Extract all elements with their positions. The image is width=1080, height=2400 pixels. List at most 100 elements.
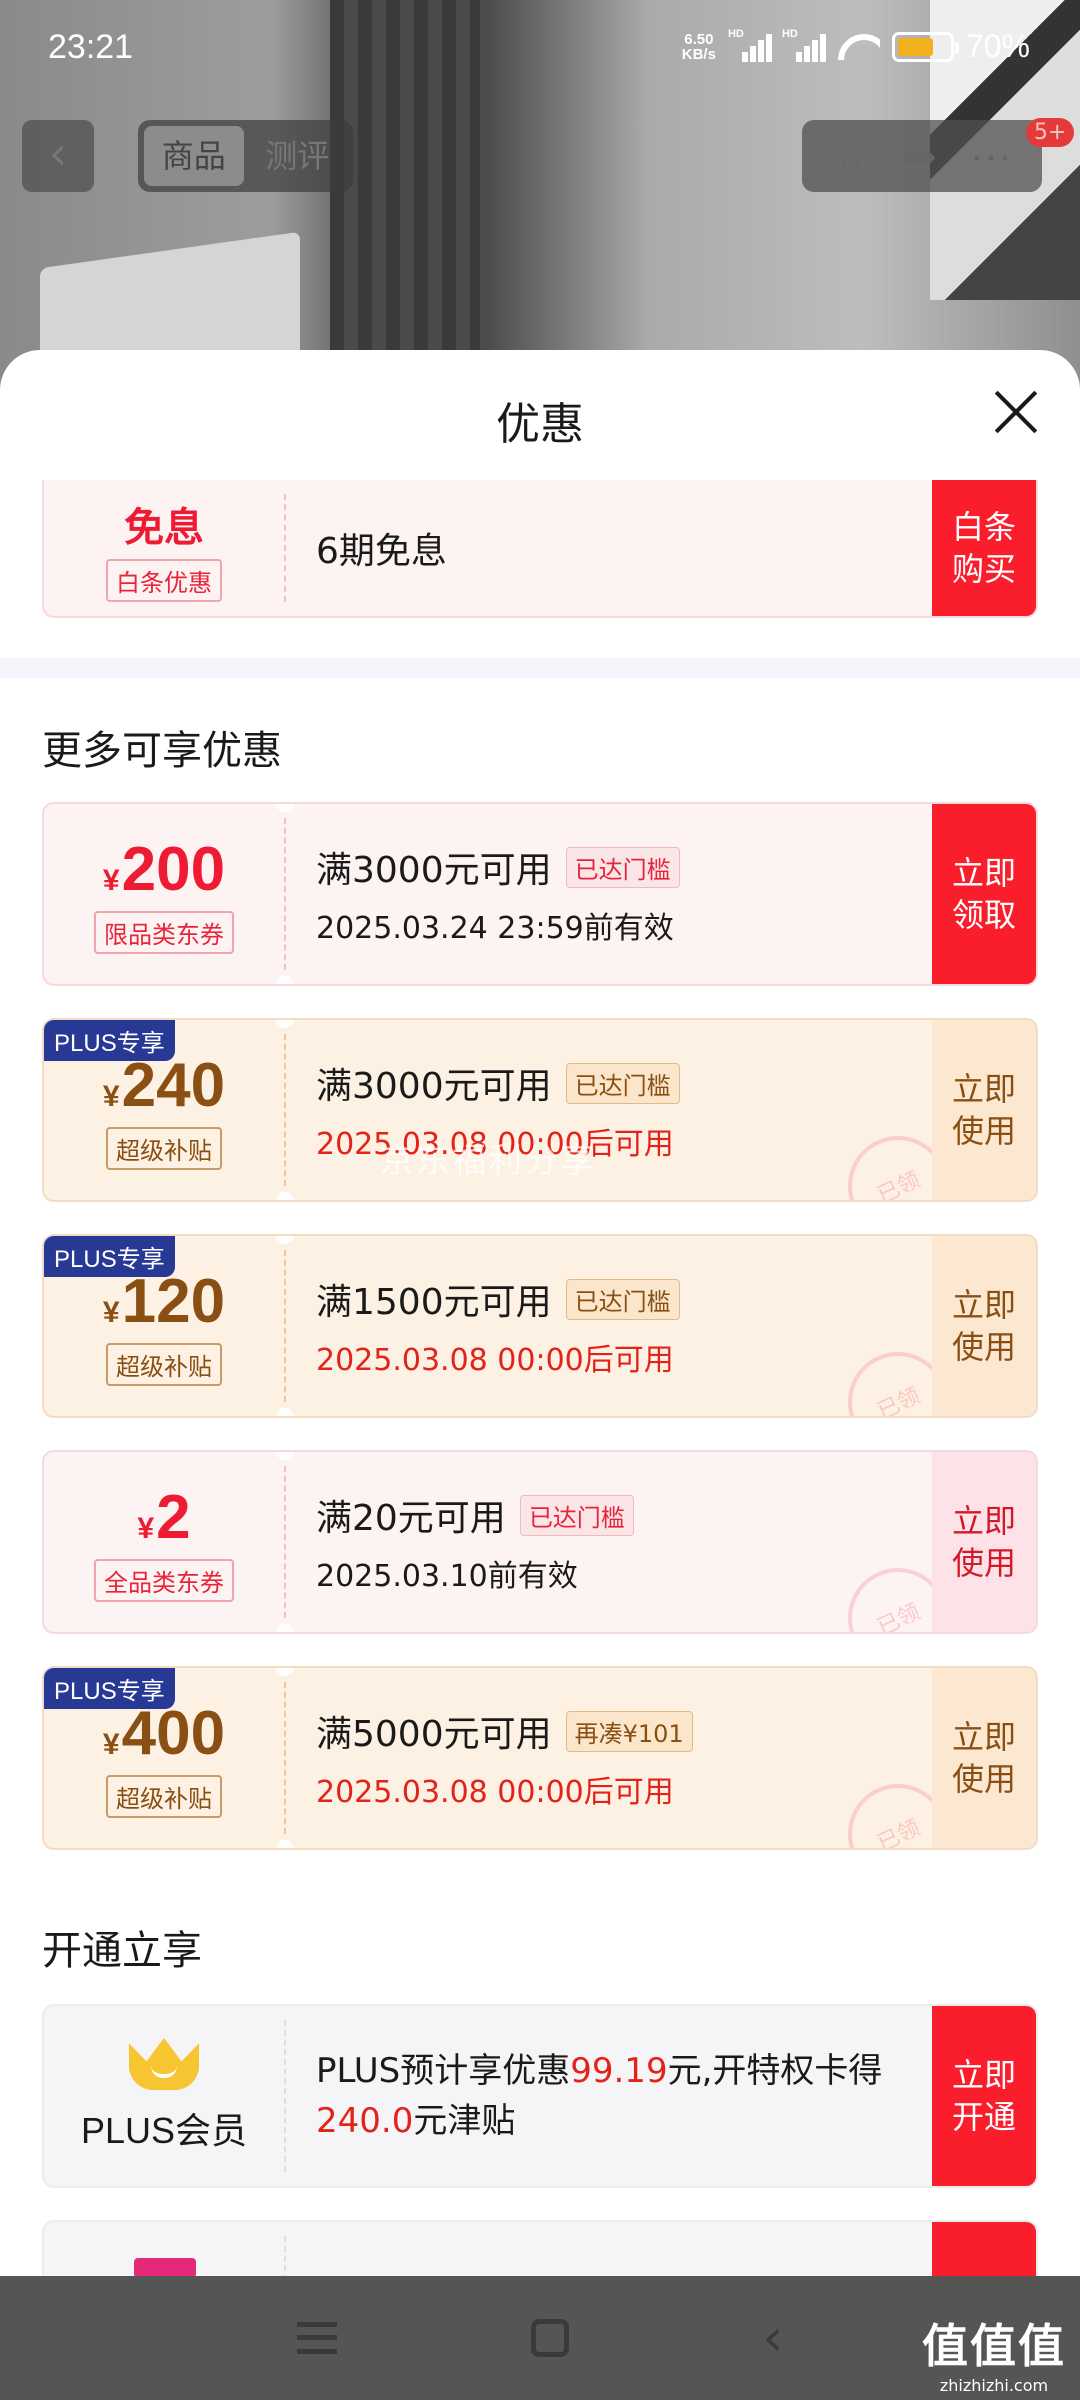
coupon-left: ¥ 2 全品类东券 [44,1452,284,1632]
coupon-amount: ¥ 400 [103,1698,225,1769]
baitiao-desc: 6期免息 [316,531,447,572]
claim-button[interactable]: 立即 领取 [932,804,1036,984]
coupon-value: 200 [121,835,226,904]
battery-icon [891,31,959,62]
back-button[interactable]: ‹ [22,120,94,192]
message-badge: 5+ [1026,118,1075,147]
sheet-title: 优惠 [496,399,584,450]
use-button[interactable]: 立即 使用 [932,1020,1036,1200]
stamp-text: 已领 [873,1167,925,1202]
net-speed: 6.50 KB/s [682,32,716,62]
plus-description: PLUS预计享优惠99.19元,开特权卡得240.0元津贴 [316,2051,883,2141]
perforation [284,1250,286,1402]
coupon-condition: 满3000元可用 [316,1066,552,1107]
more-discounts-title: 更多可享优惠 [42,728,282,774]
threshold-badge: 已达门槛 [565,846,680,888]
use-button[interactable]: 立即 使用 [932,1236,1036,1416]
action-line1: 立即 [951,1718,1016,1756]
tab-product[interactable]: 商品 [144,126,244,186]
estimated-saving: 99.19 [570,2051,668,2091]
coupon-tag: 超级补贴 [106,1343,222,1386]
baitiao-left: 免息 白条优惠 [44,480,284,616]
yen-symbol: ¥ [102,864,120,897]
use-button[interactable]: 立即 使用 [932,1668,1036,1848]
baitiao-tag: 白条优惠 [106,558,222,602]
share-icon[interactable]: ➦ [902,132,937,181]
back-nav-icon[interactable]: ‹ [762,2308,783,2368]
battery-fill [897,37,933,56]
baitiao-card: 免息 白条优惠 6期免息 白条 购买 [42,480,1038,618]
section-divider [0,658,1080,678]
net-speed-value: 6.50 [684,30,714,48]
tab-review[interactable]: 测评 [248,126,348,186]
yen-symbol: ¥ [102,1728,120,1761]
coupon-value: 240 [121,1051,226,1120]
home-icon[interactable] [530,2319,569,2357]
coupon-left: ¥ 240 超级补贴 [44,1020,284,1200]
battery-percent: 70% [965,28,1030,64]
coupon-amount: ¥ 120 [103,1266,225,1337]
perforation [284,818,286,970]
status-indicators: 6.50 KB/s HD HD 70% [682,28,1030,65]
status-time: 23:21 [48,28,134,66]
plus-info: PLUS预计享优惠99.19元,开特权卡得240.0元津贴 [316,2006,966,2186]
baitiao-headline: 免息 [124,504,204,551]
action-line1: 立即 [951,854,1016,892]
stamp-text: 已领 [873,1383,925,1418]
stamp-text: 已领 [873,1599,925,1634]
site-logo-url: zhizhizhi.com [939,2376,1049,2395]
coupon-validity: 2025.03.24 23:59前有效 [316,911,674,946]
coupon-value: 400 [121,1699,226,1768]
coupon-card: PLUS专享 ¥ 120 超级补贴 满1500元可用 已达门槛 2025.03.… [42,1234,1038,1418]
open-section-title: 开通立享 [42,1928,202,1974]
coupon-tag: 限品类东券 [94,911,234,954]
action-line2: 使用 [951,1760,1016,1798]
use-button[interactable]: 立即 使用 [932,1452,1036,1632]
site-logo: 值值值 zhizhizhi.com [922,2310,1066,2395]
coupon-tag: 超级补贴 [106,1127,222,1170]
back-icon: ‹ [48,126,68,180]
menu-icon[interactable] [296,2322,337,2354]
status-bar: 23:21 6.50 KB/s HD HD 70% [0,0,1080,100]
product-top-nav: ‹ 商品 测评 ☆ ➦ ⋯ [0,120,1080,192]
coupon-condition: 满20元可用 [316,1498,506,1539]
more-icon[interactable]: ⋯ [970,132,1012,181]
perforation [284,1682,286,1834]
star-icon[interactable]: ☆ [832,132,870,181]
nav-actions: ☆ ➦ ⋯ [802,120,1042,192]
close-icon[interactable] [992,388,1040,436]
coupon-condition: 满1500元可用 [316,1282,552,1323]
stamp-text: 已领 [873,1815,925,1850]
signal-hd-label: HD [727,27,744,40]
action-line1: 立即 [951,1070,1016,1108]
site-logo-text: 值值值 [922,2319,1066,2373]
coupon-value: 120 [121,1267,226,1336]
action-line2: 使用 [951,1112,1016,1150]
coupon-amount: ¥ 200 [103,834,225,905]
product-tabs: 商品 测评 [138,120,353,192]
plus-left: PLUS会员 [44,2006,284,2186]
open-plus-button[interactable]: 立即 开通 [932,2006,1036,2186]
coupon-tag: 超级补贴 [106,1775,222,1818]
threshold-badge: 已达门槛 [565,1278,680,1320]
action-line2: 领取 [951,896,1016,934]
baitiao-info: 6期免息 [316,480,966,616]
coupon-condition: 满3000元可用 [316,850,552,891]
net-speed-unit: KB/s [681,45,716,63]
perforation [284,2020,286,2172]
action-line2: 使用 [951,1544,1016,1582]
coupon-left: ¥ 200 限品类东券 [44,804,284,984]
perforation [284,1034,286,1186]
action-line1: 立即 [951,1502,1016,1540]
threshold-badge: 已达门槛 [565,1062,680,1104]
perforation [284,494,286,602]
coupon-tag: 全品类东券 [94,1559,234,1602]
coupon-card: ¥ 2 全品类东券 满20元可用 已达门槛 2025.03.10前有效 已领 立… [42,1450,1038,1634]
action-line1: 立即 [951,1286,1016,1324]
plus-membership-card: PLUS会员 PLUS预计享优惠99.19元,开特权卡得240.0元津贴 立即开… [42,2004,1038,2188]
coupon-card: ¥ 200 限品类东券 满3000元可用 已达门槛 2025.03.24 23:… [42,802,1038,986]
baitiao-buy-button[interactable]: 白条 购买 [932,480,1036,616]
action-line1: 立即 [951,2056,1016,2094]
wifi-icon [836,30,880,64]
action-line2: 使用 [951,1328,1016,1366]
